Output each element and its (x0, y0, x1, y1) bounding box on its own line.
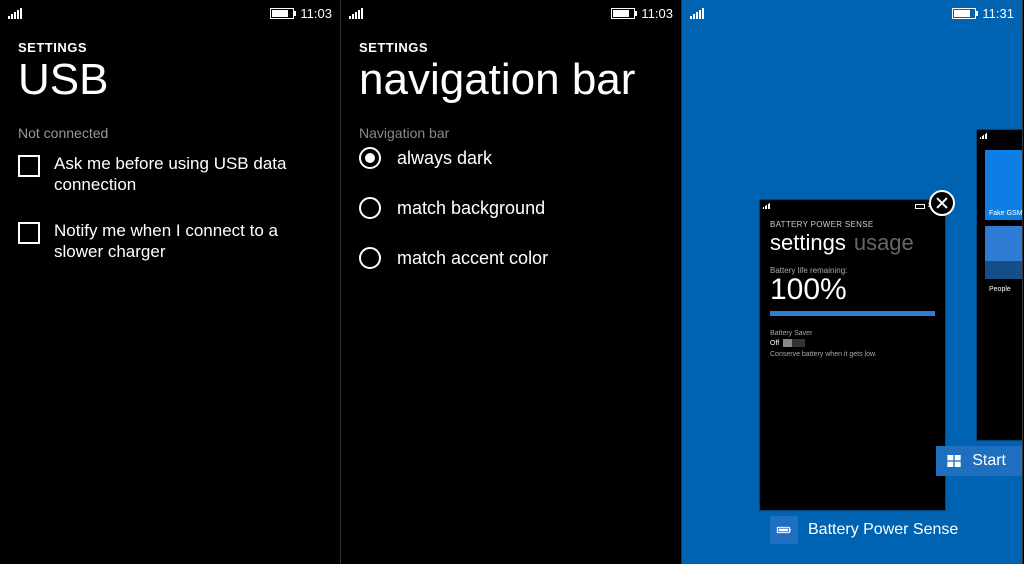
battery-saver-value: Off (770, 340, 779, 347)
battery-saver-note: Conserve battery when it gets low. (770, 351, 935, 358)
radio-label: always dark (397, 148, 492, 169)
task-card-battery-power-sense[interactable]: 11:30 BATTERY POWER SENSE settings usage… (760, 200, 945, 510)
screen-usb-settings: 11:03 SETTINGS USB Not connected Ask me … (0, 0, 341, 564)
radio-match-background[interactable]: match background (359, 197, 663, 219)
battery-saver-toggle (783, 339, 805, 347)
battery-icon (770, 516, 798, 544)
tile-phone: Fake GSM Netwo (985, 150, 1023, 220)
close-task-button[interactable] (929, 190, 955, 216)
task-card-start[interactable]: Fake GSM Netwo People (977, 130, 1023, 440)
mini-status-bar (977, 130, 1023, 142)
task-switcher-stage[interactable]: 11:30 ts cc a v se your 11:30 BATTERY PO… (682, 30, 1022, 564)
windows-icon (944, 451, 964, 471)
section-caption: Navigation bar (359, 125, 663, 141)
tile-people: People (985, 226, 1023, 296)
task-label-text: Start (972, 452, 1006, 470)
checkbox-notify-slow-charger[interactable]: Notify me when I connect to a slower cha… (18, 220, 322, 263)
battery-icon (952, 8, 976, 19)
radio-always-dark[interactable]: always dark (359, 147, 663, 169)
task-label-battery-power-sense[interactable]: Battery Power Sense (770, 516, 958, 544)
checkbox-icon (18, 155, 40, 177)
screen-navigation-bar-settings: 11:03 SETTINGS navigation bar Navigation… (341, 0, 682, 564)
checkbox-ask-before-usb[interactable]: Ask me before using USB data connection (18, 153, 322, 196)
radio-icon (359, 197, 381, 219)
tile-caption: Fake GSM Netwo (989, 210, 1023, 217)
mini-status-bar: 11:30 (760, 200, 945, 212)
breadcrumb: SETTINGS (18, 40, 322, 55)
battery-percentage: 100% (770, 275, 935, 305)
screen-task-switcher: 11:31 11:30 ts cc a v se your 11:30 (682, 0, 1023, 564)
card-breadcrumb: BATTERY POWER SENSE (770, 220, 935, 229)
radio-match-accent-color[interactable]: match accent color (359, 247, 663, 269)
page-title: USB (18, 57, 322, 103)
signal-icon (8, 7, 22, 19)
radio-label: match background (397, 198, 545, 219)
signal-icon (349, 7, 363, 19)
battery-icon (611, 8, 635, 19)
checkbox-label: Ask me before using USB data connection (54, 153, 322, 196)
page-title: navigation bar (359, 57, 663, 103)
clock: 11:31 (982, 6, 1014, 21)
signal-icon (690, 7, 704, 19)
tab-usage: usage (854, 230, 914, 256)
battery-saver-label: Battery Saver (770, 330, 935, 337)
battery-bar (770, 311, 935, 316)
status-bar: 11:03 (341, 0, 681, 26)
battery-icon (270, 8, 294, 19)
task-label-start[interactable]: Start (936, 446, 1022, 476)
radio-label: match accent color (397, 248, 548, 269)
status-bar: 11:31 (682, 0, 1022, 26)
task-label-text: Battery Power Sense (808, 521, 958, 539)
radio-icon (359, 247, 381, 269)
checkbox-label: Notify me when I connect to a slower cha… (54, 220, 322, 263)
clock: 11:03 (300, 6, 332, 21)
clock: 11:03 (641, 6, 673, 21)
checkbox-icon (18, 222, 40, 244)
tab-settings: settings (770, 230, 846, 256)
breadcrumb: SETTINGS (359, 40, 663, 55)
connection-status: Not connected (18, 125, 322, 141)
tile-caption: People (989, 286, 1011, 293)
status-bar: 11:03 (0, 0, 340, 26)
radio-icon (359, 147, 381, 169)
